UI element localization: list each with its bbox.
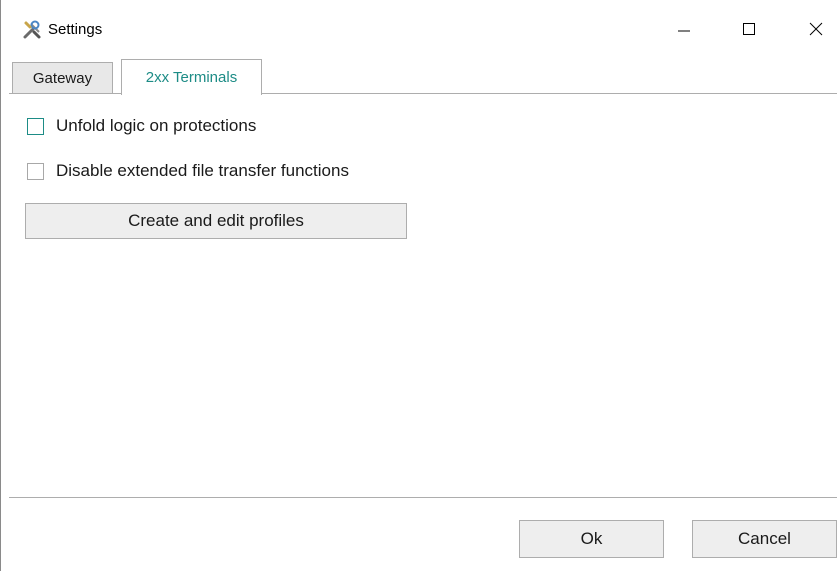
unfold-logic-label: Unfold logic on protections bbox=[56, 116, 257, 135]
title-bar[interactable]: Settings bbox=[1, 0, 837, 58]
window-title: Settings bbox=[48, 21, 103, 38]
maximize-button[interactable] bbox=[726, 10, 772, 48]
cancel-button[interactable]: Cancel bbox=[692, 520, 837, 558]
tools-icon bbox=[22, 20, 42, 40]
maximize-icon bbox=[743, 23, 755, 35]
disable-transfer-option[interactable]: Disable extended file transfer functions bbox=[27, 161, 349, 181]
close-button[interactable] bbox=[793, 10, 837, 48]
settings-window: Settings Gateway 2xx Terminals Unfold lo… bbox=[0, 0, 837, 571]
tab-2xx-terminals[interactable]: 2xx Terminals bbox=[121, 59, 262, 95]
close-icon bbox=[809, 22, 823, 36]
disable-transfer-label: Disable extended file transfer functions bbox=[56, 161, 349, 180]
unfold-logic-option[interactable]: Unfold logic on protections bbox=[27, 116, 256, 136]
disable-transfer-checkbox[interactable] bbox=[27, 162, 44, 180]
unfold-logic-checkbox[interactable] bbox=[27, 117, 44, 135]
minimize-button[interactable] bbox=[661, 10, 707, 48]
create-edit-profiles-button[interactable]: Create and edit profiles bbox=[25, 203, 407, 239]
tab-panel-2xx-terminals bbox=[9, 93, 837, 498]
tab-gateway[interactable]: Gateway bbox=[12, 62, 113, 93]
minimize-icon bbox=[678, 30, 690, 32]
ok-button[interactable]: Ok bbox=[519, 520, 664, 558]
